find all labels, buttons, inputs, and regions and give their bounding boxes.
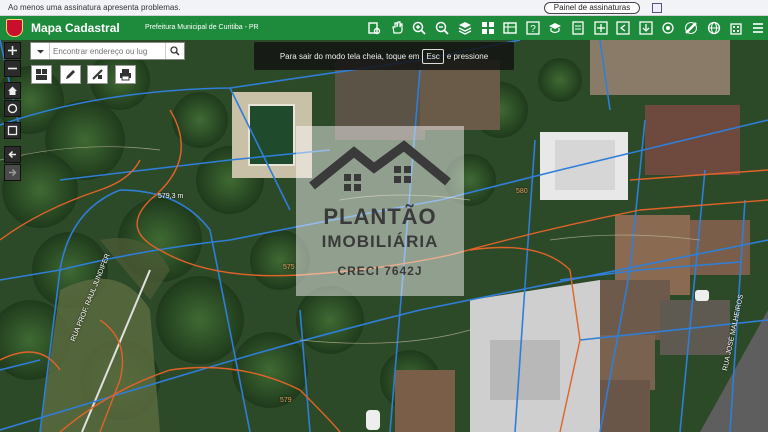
education-icon[interactable] (547, 20, 563, 36)
contour-label: 580 (516, 188, 528, 195)
measure-label: 579,3 m (158, 193, 184, 200)
address-search (30, 42, 185, 60)
grid-icon[interactable] (480, 20, 496, 36)
table-icon[interactable] (502, 20, 518, 36)
identify-icon[interactable] (366, 20, 382, 36)
chevron-down-icon (36, 49, 44, 53)
pan-hand-icon[interactable] (389, 20, 405, 36)
search-input[interactable] (53, 44, 163, 58)
fullscreen-toast: Para sair do modo tela cheia, toque em E… (254, 42, 514, 70)
export-icon[interactable] (593, 20, 609, 36)
watermark-line2: IMOBILIÁRIA (321, 232, 439, 251)
app-subtitle: Prefeitura Municipal de Curitiba - PR (145, 24, 259, 31)
ruler-icon[interactable] (683, 20, 699, 36)
help-icon[interactable]: ? (525, 20, 541, 36)
map-canvas[interactable]: 579,3 m 575 580 579 RUA PROF. RAUL JUNDI… (0, 40, 768, 432)
import-icon[interactable] (615, 20, 631, 36)
app-header: Mapa Cadastral Prefeitura Municipal de C… (0, 16, 768, 40)
fullscreen-button[interactable] (4, 122, 21, 139)
zoom-in-icon[interactable] (411, 20, 427, 36)
back-button[interactable] (4, 146, 21, 163)
print-frame-icon[interactable] (570, 20, 586, 36)
search-dropdown-toggle[interactable] (31, 43, 50, 59)
svg-text:?: ? (530, 24, 536, 35)
download-icon[interactable] (638, 20, 654, 36)
menu-icon[interactable] (750, 20, 766, 36)
target-icon[interactable] (660, 20, 676, 36)
pencil-icon (66, 70, 75, 79)
toast-text-before: Para sair do modo tela cheia, toque em (279, 51, 420, 61)
signature-notice-bar: Ao menos uma assinatura apresenta proble… (0, 0, 768, 16)
toast-text-after: e pressione (446, 51, 489, 61)
locate-button[interactable] (4, 100, 21, 117)
zoom-out-button[interactable] (4, 60, 21, 77)
zoom-in-button[interactable] (4, 42, 21, 59)
document-icon[interactable] (652, 3, 662, 13)
measure-button[interactable] (87, 65, 108, 84)
signature-panel-button[interactable]: Painel de assinaturas (544, 2, 640, 14)
draw-button[interactable] (60, 65, 81, 84)
basemap-button[interactable] (31, 65, 52, 84)
globe-icon[interactable] (706, 20, 722, 36)
app-title: Mapa Cadastral (31, 21, 120, 35)
city-logo (6, 19, 23, 37)
realtor-watermark: PLANTÃO IMOBILIÁRIA CRECI 7642J (296, 126, 464, 296)
layers-icon[interactable] (457, 20, 473, 36)
printer-icon (120, 69, 131, 81)
watermark-line3: CRECI 7642J (337, 264, 423, 278)
watermark-line1: PLANTÃO (323, 204, 437, 229)
contour-label: 575 (283, 264, 295, 271)
forward-button[interactable] (4, 164, 21, 181)
building-icon[interactable] (728, 20, 744, 36)
search-button[interactable] (165, 43, 184, 59)
signature-notice-text: Ao menos uma assinatura apresenta proble… (8, 3, 181, 12)
measure-icon (92, 69, 103, 80)
search-icon (170, 46, 180, 56)
basemap-icon (36, 69, 47, 80)
esc-key-badge: Esc (422, 48, 444, 64)
contour-label: 579 (280, 397, 292, 404)
print-button[interactable] (115, 65, 136, 84)
house-logo-icon (309, 140, 451, 191)
home-button[interactable] (4, 82, 21, 99)
zoom-out-icon[interactable] (434, 20, 450, 36)
